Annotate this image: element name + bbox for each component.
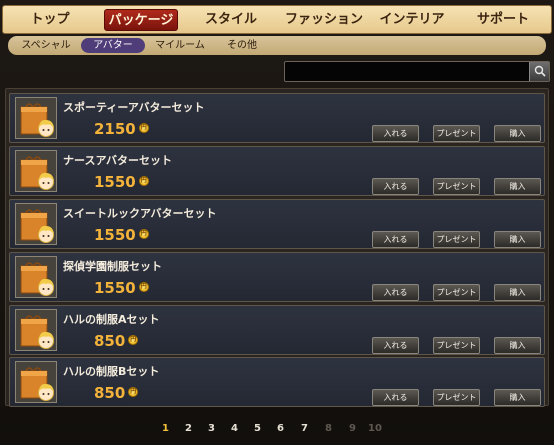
search-button[interactable] [529,62,549,81]
package-thumbnail [15,203,57,245]
package-name[interactable]: ハルの制服Aセット [63,311,160,327]
package-price: 2150 円 [94,120,149,138]
price-value: 1550 [94,226,136,244]
tab-support[interactable]: サポート [473,9,533,31]
package-thumbnail [15,361,57,403]
shopping-bag-icon [20,209,54,243]
buy-button[interactable]: 購入 [494,284,541,301]
shopping-bag-icon [20,315,54,349]
price-value: 850 [94,384,126,402]
coin-icon: 円 [138,175,149,186]
put-button[interactable]: 入れる [372,337,419,354]
subtab-special[interactable]: スペシャル [16,38,76,53]
package-list: スポーティーアバターセット 2150 円 入れる プレゼント 購入 ナースアバター… [5,88,549,407]
page-link-3[interactable]: 3 [208,423,215,434]
page-link-6[interactable]: 6 [277,423,284,434]
page-link-8: 8 [325,423,332,434]
package-item: ナースアバターセット 1550 円 入れる プレゼント 購入 [9,146,545,196]
price-value: 2150 [94,120,136,138]
buy-button[interactable]: 購入 [494,389,541,406]
page-link-4[interactable]: 4 [231,423,238,434]
page-link-9: 9 [349,423,356,434]
package-item: 探偵学園制服セット 1550 円 入れる プレゼント 購入 [9,252,545,302]
package-price: 1550 円 [94,226,149,244]
gift-button[interactable]: プレゼント [433,337,480,354]
magnifier-icon [534,65,546,77]
subtab-other[interactable]: その他 [220,38,264,53]
coin-icon: 円 [138,228,149,239]
top-navigation: トップ パッケージ スタイル ファッション インテリア サポート [2,5,552,34]
tab-style[interactable]: スタイル [201,9,261,31]
package-thumbnail [15,150,57,192]
buy-button[interactable]: 購入 [494,125,541,142]
gift-button[interactable]: プレゼント [433,178,480,195]
shopping-bag-icon [20,367,54,401]
buy-button[interactable]: 購入 [494,337,541,354]
tab-fashion[interactable]: ファッション [285,9,363,31]
package-thumbnail [15,309,57,351]
package-price: 850 円 [94,384,139,402]
package-price: 1550 円 [94,173,149,191]
package-item: ハルの制服Aセット 850 円 入れる プレゼント 購入 [9,305,545,355]
shopping-bag-icon [20,103,54,137]
package-item: スイートルックアバターセット 1550 円 入れる プレゼント 購入 [9,199,545,249]
coin-icon: 円 [138,281,149,292]
package-name[interactable]: ナースアバターセット [63,152,172,168]
package-thumbnail [15,97,57,139]
tab-interior[interactable]: インテリア [377,9,447,31]
package-item: ハルの制服Bセット 850 円 入れる プレゼント 購入 [9,357,545,407]
gift-button[interactable]: プレゼント [433,284,480,301]
price-value: 850 [94,332,126,350]
package-name[interactable]: 探偵学園制服セット [63,258,162,274]
page-link-1[interactable]: 1 [162,423,169,434]
gift-button[interactable]: プレゼント [433,231,480,248]
buy-button[interactable]: 購入 [494,178,541,195]
page-link-10: 10 [368,423,382,434]
shop-window: トップ パッケージ スタイル ファッション インテリア サポート スペシャル ア… [0,0,554,445]
tab-top[interactable]: トップ [25,9,75,31]
sub-navigation: スペシャル アバター マイルーム その他 [8,36,546,55]
tab-package[interactable]: パッケージ [104,8,178,31]
price-value: 1550 [94,173,136,191]
coin-icon: 円 [128,334,139,345]
gift-button[interactable]: プレゼント [433,389,480,406]
buy-button[interactable]: 購入 [494,231,541,248]
put-button[interactable]: 入れる [372,231,419,248]
shopping-bag-icon [20,262,54,296]
package-name[interactable]: ハルの制服Bセット [63,363,159,379]
put-button[interactable]: 入れる [372,125,419,142]
price-value: 1550 [94,279,136,297]
package-name[interactable]: スポーティーアバターセット [63,99,204,115]
package-price: 850 円 [94,332,139,350]
put-button[interactable]: 入れる [372,389,419,406]
coin-icon: 円 [128,386,139,397]
shopping-bag-icon [20,156,54,190]
page-link-7[interactable]: 7 [301,423,308,434]
search-input[interactable] [287,63,527,80]
package-name[interactable]: スイートルックアバターセット [63,205,217,221]
coin-icon: 円 [138,122,149,133]
page-link-5[interactable]: 5 [254,423,261,434]
put-button[interactable]: 入れる [372,284,419,301]
subtab-avatar[interactable]: アバター [81,38,145,53]
gift-button[interactable]: プレゼント [433,125,480,142]
package-thumbnail [15,256,57,298]
package-item: スポーティーアバターセット 2150 円 入れる プレゼント 購入 [9,93,545,143]
put-button[interactable]: 入れる [372,178,419,195]
package-price: 1550 円 [94,279,149,297]
subtab-myroom[interactable]: マイルーム [148,38,212,53]
page-link-2[interactable]: 2 [185,423,192,434]
search-box[interactable] [284,61,550,82]
